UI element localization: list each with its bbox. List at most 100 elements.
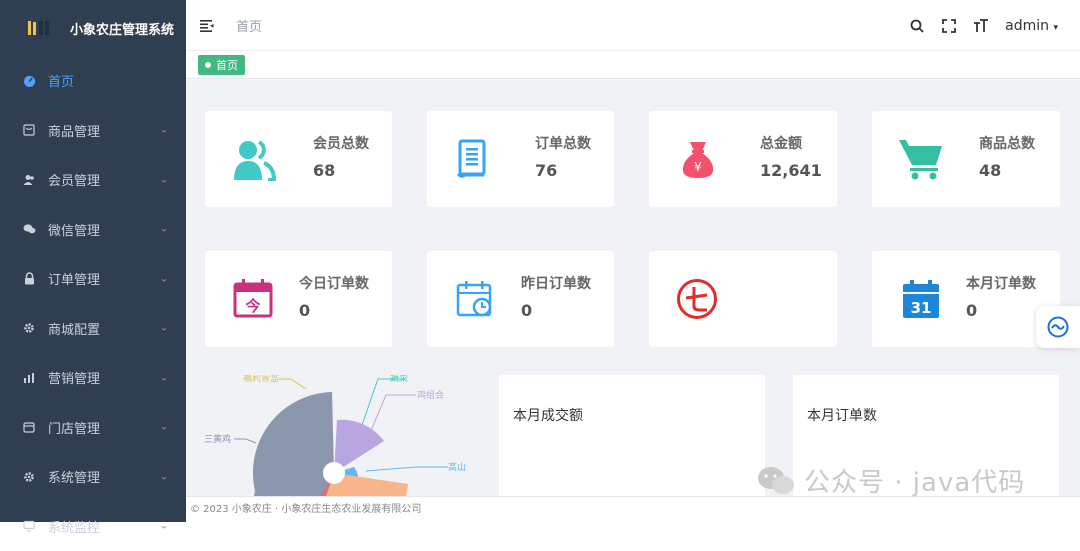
- seven-icon: [676, 278, 718, 324]
- chevron-down-icon: ⌄: [160, 521, 168, 532]
- chart-title: 本月成交额: [513, 405, 583, 425]
- sidebar-item-label: 门店管理: [48, 418, 100, 437]
- sidebar-item-products[interactable]: 商品管理 ⌄: [0, 106, 186, 156]
- breadcrumb[interactable]: 首页: [236, 16, 262, 35]
- stat-title: 会员总数: [313, 133, 369, 153]
- chart-title: 本月订单数: [807, 405, 877, 425]
- stat-title: 本月订单数: [966, 273, 1036, 293]
- stat-value: 76: [535, 161, 557, 180]
- assistant-icon: [1047, 316, 1069, 338]
- chevron-down-icon: ⌄: [160, 471, 168, 482]
- member-icon: [22, 173, 36, 187]
- stat-title: 商品总数: [979, 133, 1035, 153]
- pie-center: [323, 462, 345, 484]
- stat-title: 订单总数: [535, 133, 591, 153]
- stat-card-today-orders[interactable]: 今 今日订单数 0: [205, 251, 392, 347]
- menu-fold-icon[interactable]: [200, 17, 216, 33]
- stat-card-orders[interactable]: 订单总数 76: [427, 111, 614, 207]
- calendar-today-icon: 今: [233, 278, 273, 322]
- user-menu[interactable]: admin ▾: [1005, 18, 1058, 34]
- sidebar-item-shop-config[interactable]: 商城配置 ⌄: [0, 304, 186, 354]
- sidebar-item-marketing[interactable]: 营销管理 ⌄: [0, 353, 186, 403]
- active-dot-icon: [205, 62, 211, 68]
- category-pie-chart[interactable]: 福利盲盒 蔬菜 鸡组合 三黄鸡 高山: [186, 375, 486, 496]
- sidebar-item-label: 商品管理: [48, 121, 100, 140]
- product-icon: [22, 123, 36, 137]
- stat-card-products[interactable]: 商品总数 48: [872, 111, 1060, 207]
- stat-value: 0: [299, 301, 310, 320]
- stat-value: 0: [966, 301, 977, 320]
- stat-card-yesterday-orders[interactable]: 昨日订单数 0: [427, 251, 614, 347]
- floating-assistant-button[interactable]: [1036, 306, 1080, 348]
- calendar-clock-icon: [456, 280, 494, 322]
- store-icon: [22, 420, 36, 434]
- top-navbar: 首页 admin ▾: [186, 0, 1080, 51]
- app-logo[interactable]: 小象农庄管理系统: [0, 0, 186, 56]
- sidebar-item-wechat[interactable]: 微信管理 ⌄: [0, 205, 186, 255]
- sidebar-item-monitor[interactable]: 系统监控 ⌄: [0, 502, 186, 551]
- monitor-icon: [22, 519, 36, 533]
- monthly-sales-chart[interactable]: 本月成交额: [499, 375, 765, 496]
- document-icon: [457, 139, 487, 183]
- copyright-text: © 2023 小象农庄 · 小象农庄生态农业发展有限公司: [190, 504, 421, 515]
- chevron-down-icon: ⌄: [160, 224, 168, 235]
- svg-text:¥: ¥: [694, 160, 702, 174]
- sidebar-item-home[interactable]: 首页: [0, 56, 186, 106]
- chevron-down-icon: ⌄: [160, 422, 168, 433]
- gear-icon: [22, 470, 36, 484]
- members-icon: [233, 139, 277, 185]
- stat-value: 68: [313, 161, 335, 180]
- pie-label: 蔬菜: [390, 375, 408, 384]
- pie-slice[interactable]: [253, 392, 334, 496]
- sidebar-item-members[interactable]: 会员管理 ⌄: [0, 155, 186, 205]
- stat-value: 12,641: [760, 161, 822, 180]
- calendar-31-icon: 31: [902, 279, 940, 323]
- svg-text:今: 今: [244, 297, 260, 315]
- sidebar-item-label: 订单管理: [48, 269, 100, 288]
- sidebar-menu: 首页 商品管理 ⌄ 会员管理 ⌄ 微信管理 ⌄ 订单: [0, 56, 186, 551]
- sidebar-item-label: 系统监控: [48, 517, 100, 536]
- chevron-down-icon: ⌄: [160, 174, 168, 185]
- lock-icon: [22, 272, 36, 286]
- chevron-down-icon: ⌄: [160, 372, 168, 383]
- sidebar-item-orders[interactable]: 订单管理 ⌄: [0, 254, 186, 304]
- top-right-tools: admin ▾: [909, 0, 1058, 51]
- pie-label: 三黄鸡: [204, 433, 231, 445]
- calendar-day-label: 31: [911, 299, 932, 317]
- chevron-down-icon: ⌄: [160, 273, 168, 284]
- username: admin: [1005, 18, 1049, 34]
- font-size-icon[interactable]: [973, 18, 989, 34]
- sidebar-item-label: 营销管理: [48, 368, 100, 387]
- tab-home[interactable]: 首页: [198, 55, 245, 75]
- gear-icon: [22, 321, 36, 335]
- search-icon[interactable]: [909, 18, 925, 34]
- stat-card-amount[interactable]: ¥ 总金额 12,641: [649, 111, 837, 207]
- stat-value: 48: [979, 161, 1001, 180]
- chart-icon: [22, 371, 36, 385]
- dashboard-icon: [22, 74, 36, 88]
- fullscreen-icon[interactable]: [941, 18, 957, 34]
- stat-card-seven[interactable]: [649, 251, 837, 347]
- sidebar-item-stores[interactable]: 门店管理 ⌄: [0, 403, 186, 453]
- sidebar-item-label: 商城配置: [48, 319, 100, 338]
- pie-label: 鸡组合: [417, 389, 444, 401]
- pie-label: 福利盲盒: [243, 375, 279, 384]
- wechat-watermark-icon: [756, 465, 796, 497]
- watermark: 公众号 · java代码: [756, 462, 1025, 499]
- tags-view: 首页: [186, 51, 1080, 79]
- cart-icon: [898, 137, 944, 185]
- money-bag-icon: ¥: [680, 139, 716, 183]
- sidebar-item-label: 首页: [48, 71, 74, 90]
- stat-card-members[interactable]: 会员总数 68: [205, 111, 392, 207]
- stat-card-month-orders[interactable]: 31 本月订单数 0: [872, 251, 1060, 347]
- sidebar-item-label: 微信管理: [48, 220, 100, 239]
- stat-value: 0: [521, 301, 532, 320]
- footer: © 2023 小象农庄 · 小象农庄生态农业发展有限公司: [186, 496, 1080, 522]
- watermark-text: 公众号 · java代码: [804, 462, 1025, 499]
- tab-label: 首页: [216, 57, 238, 73]
- wechat-icon: [22, 222, 36, 236]
- sidebar-item-system[interactable]: 系统管理 ⌄: [0, 452, 186, 502]
- logo-mark-icon: [26, 18, 62, 38]
- chevron-down-icon: ⌄: [160, 125, 168, 136]
- pie-chart-svg: 福利盲盒 蔬菜 鸡组合 三黄鸡 高山: [186, 375, 486, 496]
